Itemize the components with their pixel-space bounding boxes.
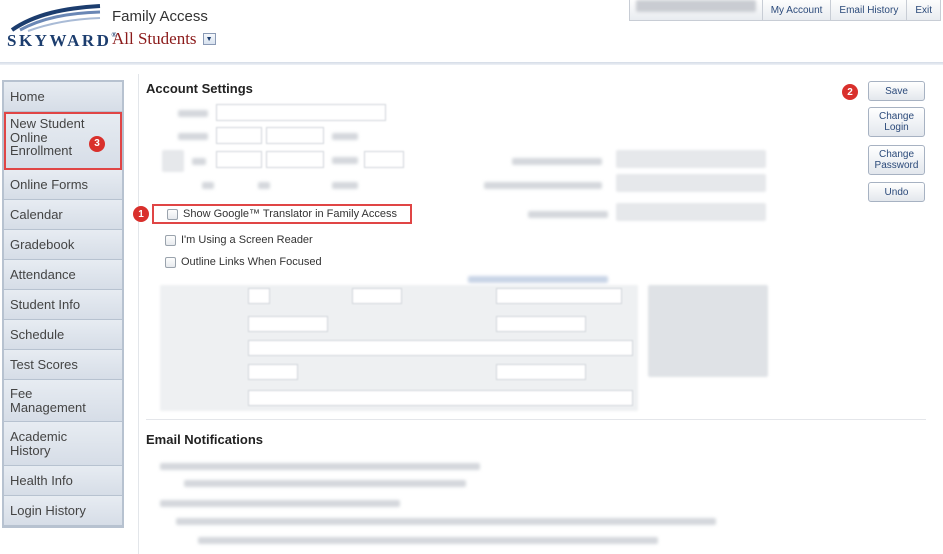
top-nav: My Account Email History Exit	[628, 0, 941, 21]
sidebar-item-calendar[interactable]: Calendar	[4, 200, 122, 230]
change-login-button[interactable]: Change Login	[868, 107, 925, 137]
sidebar-item-label: Attendance	[10, 266, 76, 282]
exit-link[interactable]: Exit	[906, 0, 940, 20]
sidebar-item-health-info[interactable]: Health Info	[4, 466, 122, 496]
chevron-down-icon[interactable]: ▼	[202, 33, 216, 45]
section-divider	[146, 419, 926, 420]
save-button[interactable]: Save	[868, 81, 925, 101]
sidebar-item-test-scores[interactable]: Test Scores	[4, 350, 122, 380]
callout-badge-1: 1	[133, 206, 149, 222]
sidebar-item-label: Fee Management	[10, 385, 86, 415]
google-translator-checkbox-row[interactable]: Show Google™ Translator in Family Access	[167, 208, 397, 220]
sidebar-item-online-forms[interactable]: Online Forms	[4, 170, 122, 200]
change-password-button[interactable]: Change Password	[868, 145, 925, 175]
logo-text: SKYWARD®	[7, 31, 117, 50]
outline-links-checkbox-row[interactable]: Outline Links When Focused	[165, 256, 322, 268]
sidebar-item-label: Gradebook	[10, 236, 75, 252]
account-settings-title: Account Settings	[146, 81, 253, 96]
logo-swoosh-icon	[10, 4, 101, 32]
sidebar-item-label: New Student Online Enrollment	[10, 116, 85, 159]
outline-links-label: Outline Links When Focused	[181, 256, 322, 268]
email-notifications-title: Email Notifications	[146, 432, 264, 447]
sidebar-item-schedule[interactable]: Schedule	[4, 320, 122, 350]
screen-reader-checkbox[interactable]	[165, 234, 176, 246]
skyward-logo[interactable]: SKYWARD®	[6, 2, 117, 50]
sidebar-item-label: Academic History	[10, 428, 68, 458]
sidebar-item-student-info[interactable]: Student Info	[4, 290, 122, 320]
sidebar-item-label: Home	[10, 88, 45, 104]
sidebar-item-attendance[interactable]: Attendance	[4, 260, 122, 290]
header: SKYWARD® Family Access All Students ▼ My…	[0, 0, 943, 62]
undo-button[interactable]: Undo	[868, 182, 925, 202]
student-selector-label: All Students	[112, 29, 197, 48]
sidebar-item-label: Online Forms	[10, 176, 89, 192]
sidebar-item-label: Health Info	[10, 472, 73, 488]
screen-reader-checkbox-row[interactable]: I'm Using a Screen Reader	[165, 234, 313, 246]
sidebar-item-label: Test Scores	[10, 356, 78, 372]
outline-links-checkbox[interactable]	[165, 256, 176, 268]
sidebar-item-fee-management[interactable]: Fee Management	[4, 380, 122, 422]
student-selector[interactable]: All Students ▼	[112, 29, 216, 49]
email-history-link[interactable]: Email History	[830, 0, 906, 20]
sidebar: Home New Student Online Enrollment 3 Onl…	[2, 80, 124, 528]
sidebar-item-label: Schedule	[10, 326, 65, 342]
sidebar-item-home[interactable]: Home	[4, 82, 122, 112]
user-name-redacted	[635, 0, 756, 12]
sidebar-item-new-student-enrollment[interactable]: New Student Online Enrollment 3	[4, 112, 122, 170]
app-title: Family Access	[112, 8, 208, 25]
callout-badge-3: 3	[89, 136, 105, 152]
callout-badge-2: 2	[842, 84, 858, 100]
sidebar-item-label: Login History	[10, 502, 86, 518]
google-translator-checkbox[interactable]	[167, 208, 178, 220]
sidebar-item-academic-history[interactable]: Academic History	[4, 422, 122, 466]
header-divider	[0, 62, 943, 65]
google-translator-label: Show Google™ Translator in Family Access	[183, 208, 397, 220]
sidebar-item-label: Calendar	[10, 206, 63, 222]
screen-reader-label: I'm Using a Screen Reader	[181, 234, 313, 246]
sidebar-item-gradebook[interactable]: Gradebook	[4, 230, 122, 260]
my-account-link[interactable]: My Account	[761, 0, 831, 20]
sidebar-item-label: Student Info	[10, 296, 81, 312]
sidebar-item-login-history[interactable]: Login History	[4, 496, 122, 526]
